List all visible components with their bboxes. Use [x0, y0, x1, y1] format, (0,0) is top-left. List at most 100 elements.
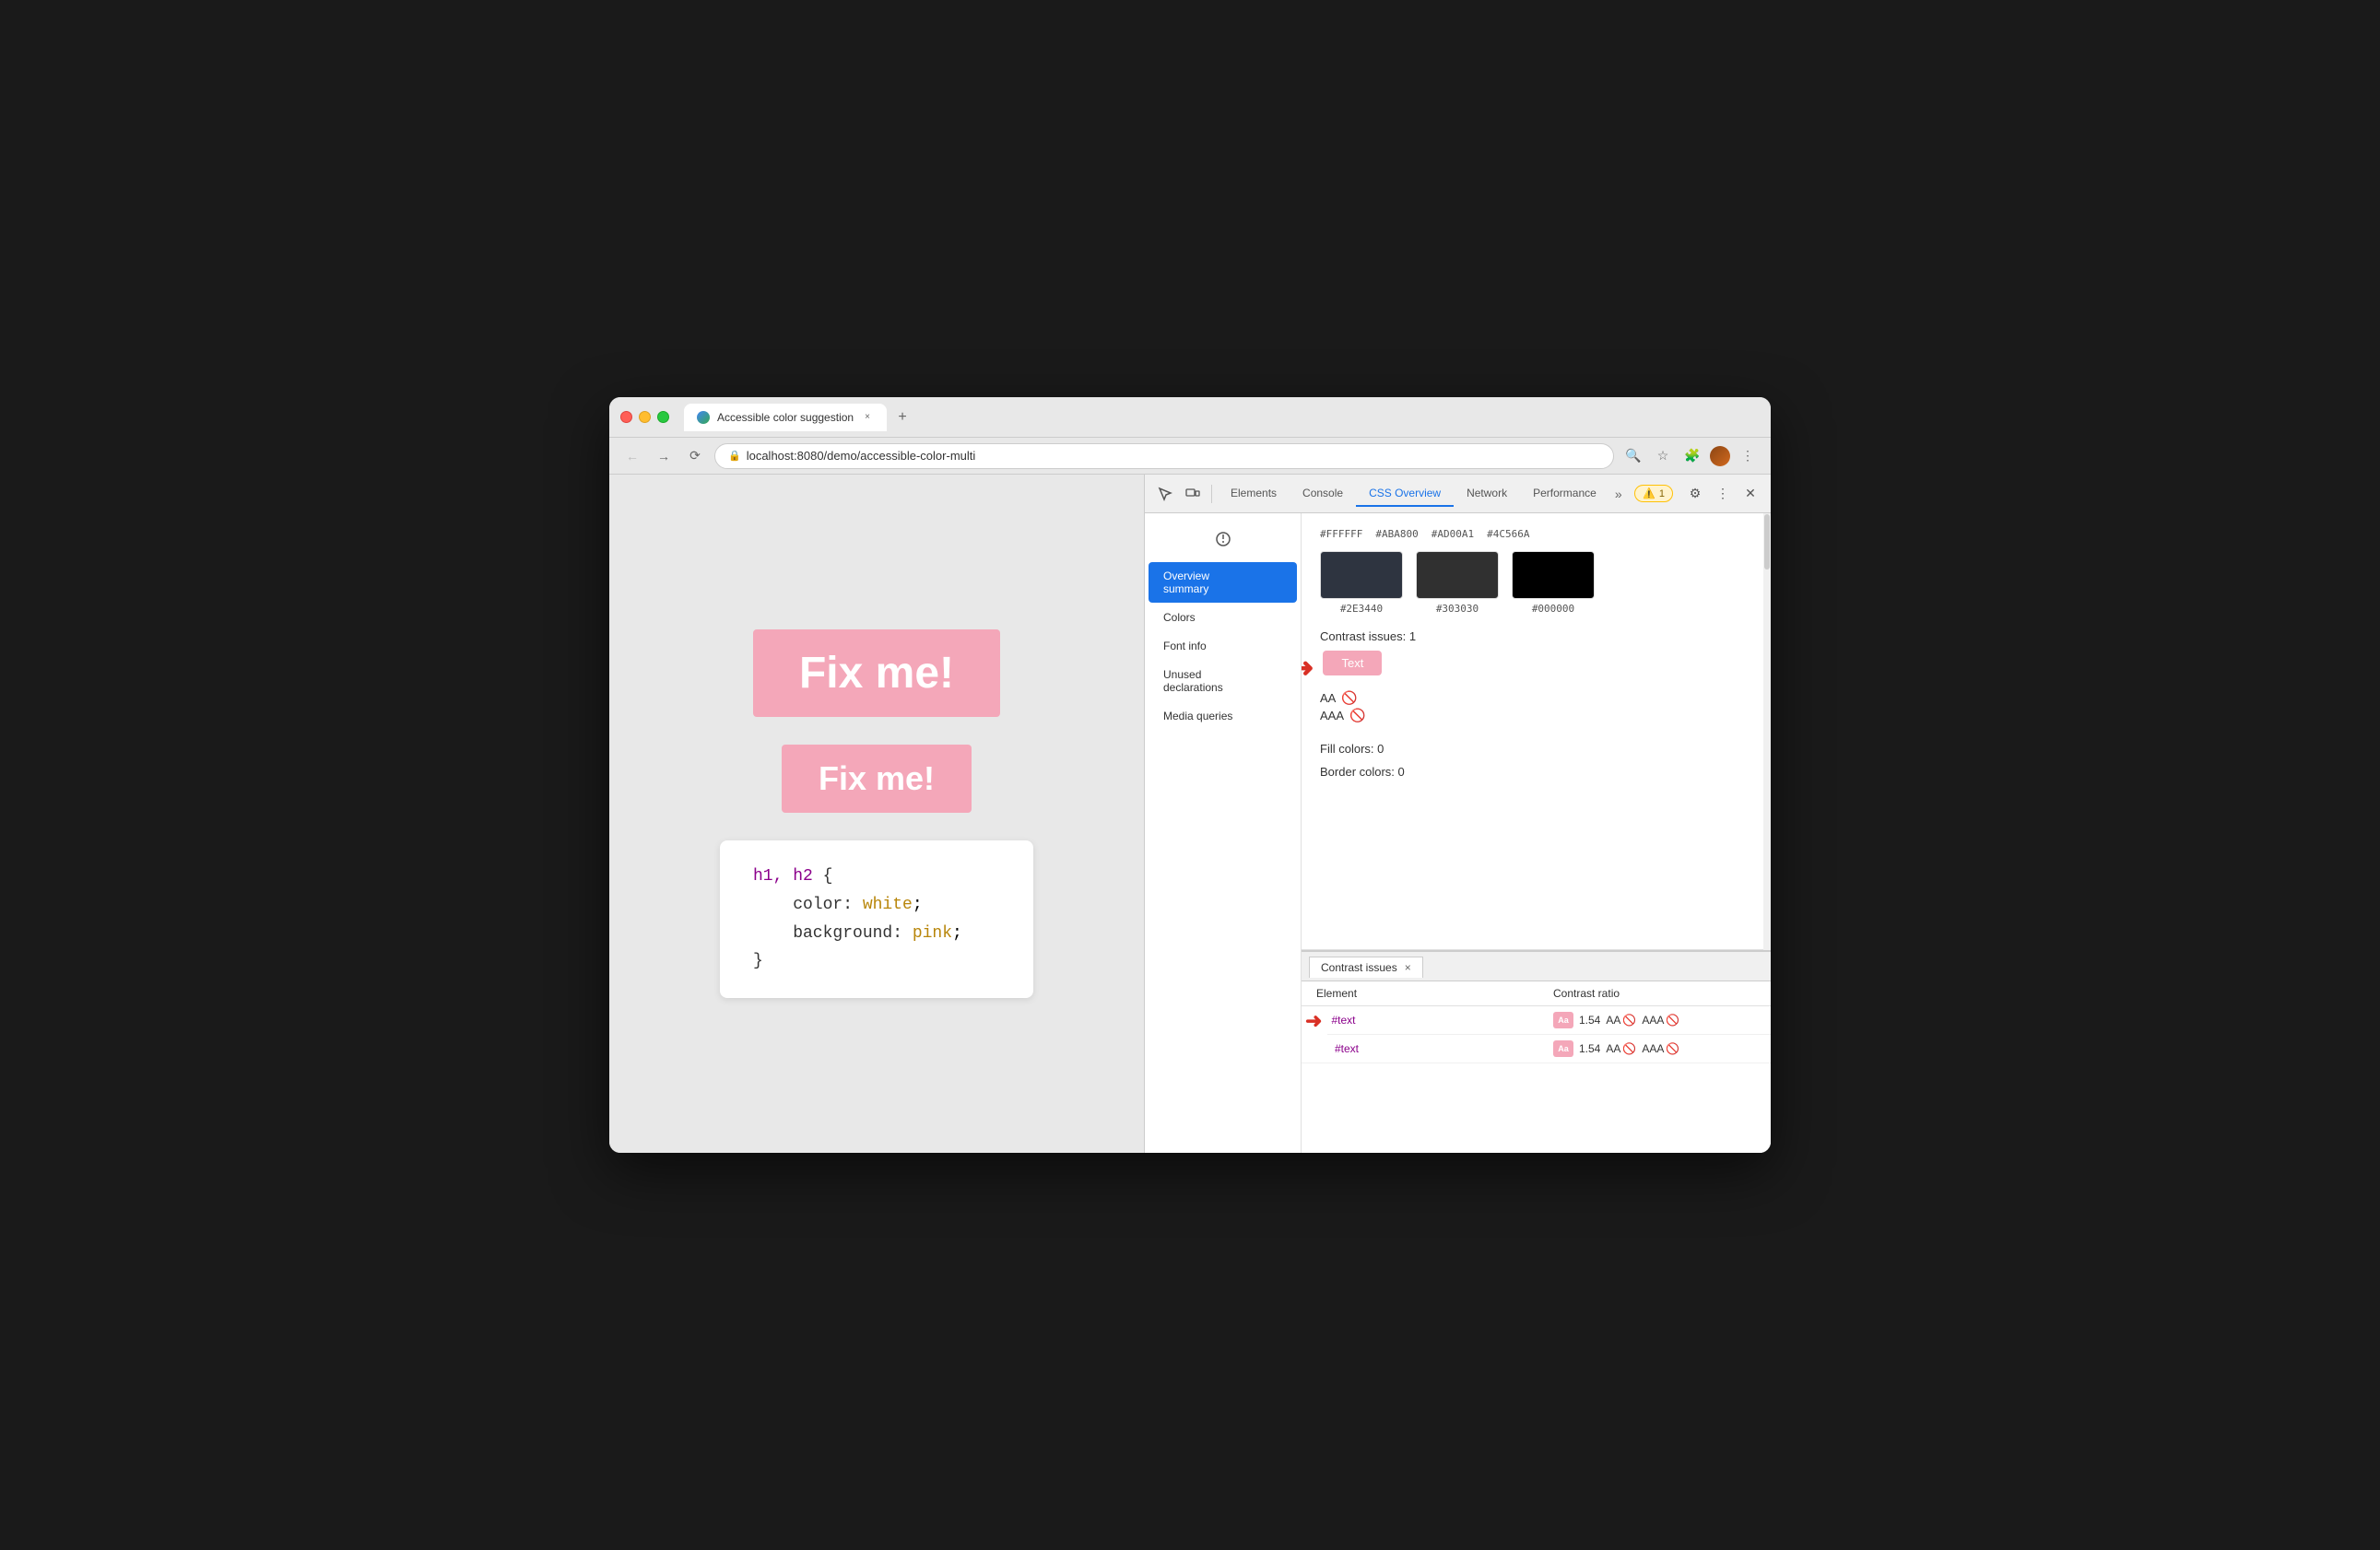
code-line-4: }: [753, 947, 1000, 976]
sidebar-item-media-queries[interactable]: Media queries: [1149, 702, 1297, 730]
ratio-cell-2: Aa 1.54 AA 🚫 AAA 🚫: [1553, 1040, 1756, 1057]
bookmark-button[interactable]: ☆: [1651, 444, 1675, 468]
sidebar-nav: Overviewsummary Colors Font info Unusedd…: [1145, 558, 1301, 730]
more-tabs-button[interactable]: »: [1609, 487, 1628, 501]
contrast-issues-tab-close[interactable]: ×: [1405, 961, 1411, 974]
contrast-issues-tab[interactable]: Contrast issues ×: [1309, 957, 1423, 978]
main-area: Fix me! Fix me! h1, h2 { color: white; b…: [609, 475, 1771, 1153]
extensions-button[interactable]: 🧩: [1680, 444, 1704, 468]
contrast-issue-demo[interactable]: Text: [1323, 651, 1382, 675]
tab-performance[interactable]: Performance: [1520, 481, 1609, 507]
address-input[interactable]: 🔒 localhost:8080/demo/accessible-color-m…: [714, 443, 1614, 469]
aaa-no-icon: 🚫: [1349, 708, 1365, 723]
tab-close-button[interactable]: ×: [861, 411, 874, 424]
swatches-row-2: #2E3440 #303030 #000000: [1320, 551, 1752, 615]
red-arrow-1: ➜: [1302, 652, 1314, 683]
main-scrollbar-thumb[interactable]: [1764, 514, 1770, 570]
devtools-panel: Elements Console CSS Overview Network Pe…: [1144, 475, 1771, 1153]
aaa-status-1: AAA 🚫: [1642, 1014, 1679, 1027]
arrow-text-demo-row: ➜ Text: [1302, 651, 1752, 685]
sidebar-item-font-info[interactable]: Font info: [1149, 632, 1297, 660]
swatch-2e3440-label: #2E3440: [1340, 603, 1383, 615]
forward-button[interactable]: →: [652, 444, 676, 468]
table-header: Element Contrast ratio: [1302, 981, 1771, 1006]
tab-bar: Accessible color suggestion × +: [684, 404, 1760, 431]
code-block: h1, h2 { color: white; background: pink;…: [720, 840, 1033, 997]
aa-chip-1: Aa: [1553, 1012, 1573, 1028]
url-display: localhost:8080/demo/accessible-color-mul…: [747, 449, 976, 463]
warning-icon: ⚠️: [1643, 487, 1655, 499]
minimize-traffic-light[interactable]: [639, 411, 651, 423]
tab-favicon: [697, 411, 710, 424]
aa-label: AA: [1320, 691, 1336, 705]
new-tab-button[interactable]: +: [890, 405, 914, 429]
red-arrow-2: ➜: [1305, 1009, 1322, 1033]
page-content: Fix me! Fix me! h1, h2 { color: white; b…: [609, 475, 1144, 1153]
close-traffic-light[interactable]: [620, 411, 632, 423]
browser-tab-active[interactable]: Accessible color suggestion ×: [684, 404, 887, 431]
tab-title: Accessible color suggestion: [717, 411, 854, 424]
tab-elements[interactable]: Elements: [1218, 481, 1290, 507]
tab-network[interactable]: Network: [1454, 481, 1520, 507]
contrast-issues-tab-label: Contrast issues: [1321, 961, 1397, 974]
fill-colors-label: Fill colors: 0: [1320, 742, 1752, 756]
element-link-2[interactable]: #text: [1335, 1042, 1546, 1055]
inspect-element-button[interactable]: [1152, 481, 1178, 507]
device-toolbar-button[interactable]: [1180, 481, 1206, 507]
aa-no-icon: 🚫: [1341, 690, 1357, 706]
maximize-traffic-light[interactable]: [657, 411, 669, 423]
border-colors-section: Border colors: 0: [1320, 765, 1752, 779]
fix-me-heading-2: Fix me!: [819, 759, 935, 797]
sidebar-item-colors[interactable]: Colors: [1149, 604, 1297, 631]
bottom-panel: Contrast issues × Element Contrast ratio: [1302, 950, 1771, 1153]
warning-count: 1: [1659, 488, 1665, 499]
back-button[interactable]: ←: [620, 444, 644, 468]
zoom-button[interactable]: 🔍: [1621, 444, 1645, 468]
page-inner: Fix me! Fix me! h1, h2 { color: white; b…: [720, 629, 1033, 997]
aa-status-2: AA 🚫: [1606, 1042, 1636, 1055]
menu-button[interactable]: ⋮: [1736, 444, 1760, 468]
swatch-2e3440[interactable]: #2E3440: [1320, 551, 1403, 615]
swatch-ffffff-label: #FFFFFF: [1320, 528, 1362, 540]
devtools-tabs: Elements Console CSS Overview Network Pe…: [1218, 481, 1632, 507]
fix-me-box-1: Fix me!: [753, 629, 1000, 717]
warning-badge: ⚠️ 1: [1634, 485, 1673, 502]
swatch-000000[interactable]: #000000: [1512, 551, 1595, 615]
fill-colors-section: Fill colors: 0: [1320, 742, 1752, 756]
fix-me-heading-1: Fix me!: [799, 649, 954, 698]
sidebar-item-unused-declarations[interactable]: Unuseddeclarations: [1149, 661, 1297, 701]
devtools-content: Overviewsummary Colors Font info Unusedd…: [1145, 513, 1771, 1153]
more-options-button[interactable]: ⋮: [1710, 481, 1736, 507]
devtools-sidebar: Overviewsummary Colors Font info Unusedd…: [1145, 513, 1302, 1153]
toolbar-separator: [1211, 485, 1212, 503]
profile-avatar[interactable]: [1710, 446, 1730, 466]
code-line-1: h1, h2 {: [753, 863, 1000, 891]
ratio-value-2: 1.54: [1579, 1042, 1600, 1055]
swatch-303030-chip[interactable]: [1416, 551, 1499, 599]
reload-button[interactable]: ⟳: [683, 444, 707, 468]
table-row-2[interactable]: #text Aa 1.54 AA 🚫 AAA 🚫: [1302, 1035, 1771, 1063]
close-devtools-button[interactable]: ✕: [1738, 481, 1763, 507]
tab-console[interactable]: Console: [1290, 481, 1356, 507]
address-bar: ← → ⟳ 🔒 localhost:8080/demo/accessible-c…: [609, 438, 1771, 475]
aaa-label: AAA: [1320, 709, 1344, 722]
swatch-000000-chip[interactable]: [1512, 551, 1595, 599]
tab-css-overview[interactable]: CSS Overview: [1356, 481, 1454, 507]
aa-chip-2: Aa: [1553, 1040, 1573, 1057]
swatches-row-1: #FFFFFF #ABA800 #AD00A1 #4C566A: [1320, 528, 1752, 540]
swatch-303030[interactable]: #303030: [1416, 551, 1499, 615]
swatch-2e3440-chip[interactable]: [1320, 551, 1403, 599]
sidebar-item-overview-summary[interactable]: Overviewsummary: [1149, 562, 1297, 603]
settings-button[interactable]: ⚙: [1682, 481, 1708, 507]
element-link-1[interactable]: #text: [1331, 1014, 1546, 1027]
ratio-cell-1: Aa 1.54 AA 🚫 AAA 🚫: [1553, 1012, 1756, 1028]
border-colors-label: Border colors: 0: [1320, 765, 1752, 779]
title-bar: Accessible color suggestion × +: [609, 397, 1771, 438]
table-row-1[interactable]: #text Aa 1.54 AA 🚫 AAA 🚫: [1327, 1006, 1771, 1035]
swatch-aba800: #ABA800: [1375, 528, 1418, 540]
devtools-action-buttons: ⚙ ⋮ ✕: [1682, 481, 1763, 507]
sidebar-top-icon[interactable]: [1208, 524, 1238, 554]
contrast-issues-table: Element Contrast ratio ➜ #text Aa: [1302, 981, 1771, 1153]
swatch-4c566a-label: #4C566A: [1487, 528, 1529, 540]
traffic-lights: [620, 411, 669, 423]
